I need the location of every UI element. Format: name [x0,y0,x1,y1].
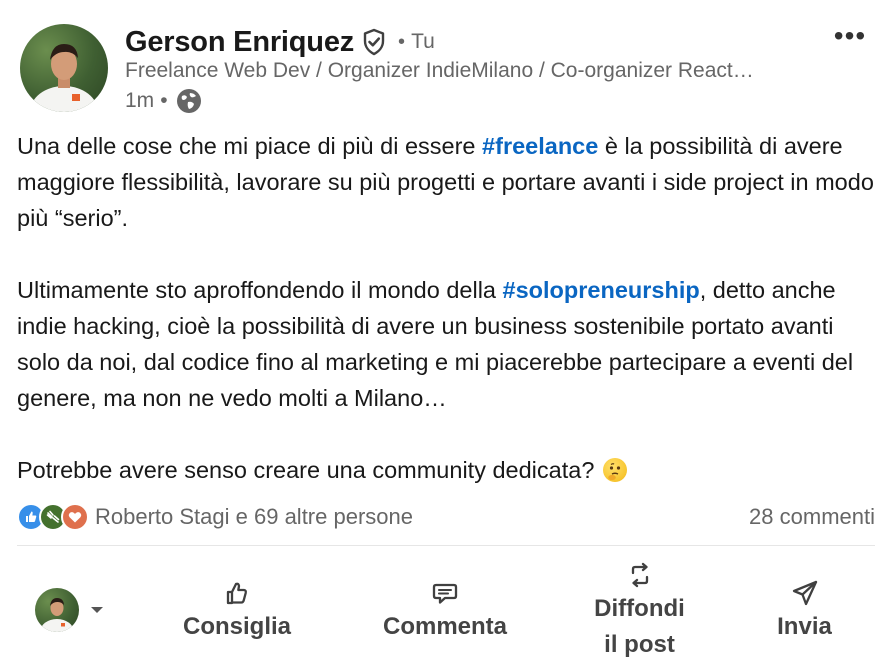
more-options-button[interactable]: ••• [828,20,872,52]
send-label: Invia [777,613,832,640]
hashtag-link[interactable]: #solopreneurship [503,277,700,303]
post-as-selector[interactable] [35,588,105,632]
separator-dot: • [160,89,168,112]
reactors-text[interactable]: Roberto Stagi e 69 altre persone [95,504,413,530]
separator-dot: • [398,30,406,53]
text-segment: Ultimamente sto aproffondendo il mondo d… [17,277,503,303]
repost-icon [631,562,648,588]
repost-label-line: il post [604,631,675,658]
text-segment: Una delle cose che mi piace di più di es… [17,133,483,159]
repost-label-line: Diffondi [594,595,685,622]
divider [17,545,875,546]
avatar [35,588,79,632]
send-button[interactable]: Invia [752,556,857,668]
comments-count[interactable]: 28 commenti [749,504,875,530]
verified-icon[interactable] [360,28,388,56]
comment-button[interactable]: Commenta [362,556,528,668]
post-text: Una delle cose che mi piace di più di es… [17,128,882,488]
like-label: Consiglia [182,613,291,640]
comment-label: Commenta [382,613,508,640]
social-counts: Roberto Stagi e 69 altre persone 28 comm… [17,501,875,533]
thinking-face-icon [602,458,627,482]
author-headline: Freelance Web Dev / Organizer IndieMilan… [125,59,754,82]
author-name[interactable]: Gerson Enriquez [125,26,354,59]
post-time[interactable]: 1m [125,89,154,113]
post-meta: 1m • [125,87,202,115]
repost-label: Diffondi il post [594,591,685,663]
reactions-summary[interactable] [17,503,89,531]
hashtag-link[interactable]: #freelance [482,133,598,159]
post-paragraph: Una delle cose che mi piace di più di es… [17,128,882,236]
like-button[interactable]: Consiglia [157,556,317,668]
love-reaction-icon [61,503,89,531]
author-row: Gerson Enriquez • Tu [125,22,435,62]
action-bar: Consiglia Commenta Diffondi il post Invia [17,556,877,668]
post-paragraph: Ultimamente sto aproffondendo il mondo d… [17,272,882,416]
more-icon: ••• [833,20,867,51]
comment-icon [432,583,458,604]
avatar-photo [30,44,98,112]
author-avatar[interactable] [20,24,108,112]
caret-down-icon [91,607,103,613]
globe-icon [176,89,201,113]
thumbs-up-icon [226,582,248,605]
post-paragraph: Potrebbe avere senso creare una communit… [17,452,882,488]
connection-degree: Tu [411,30,435,53]
linkedin-post: Gerson Enriquez • Tu Freelance Web Dev /… [0,0,896,668]
send-icon [792,580,817,606]
text-segment: Potrebbe avere senso creare una communit… [17,457,601,483]
repost-button[interactable]: Diffondi il post [577,556,702,668]
